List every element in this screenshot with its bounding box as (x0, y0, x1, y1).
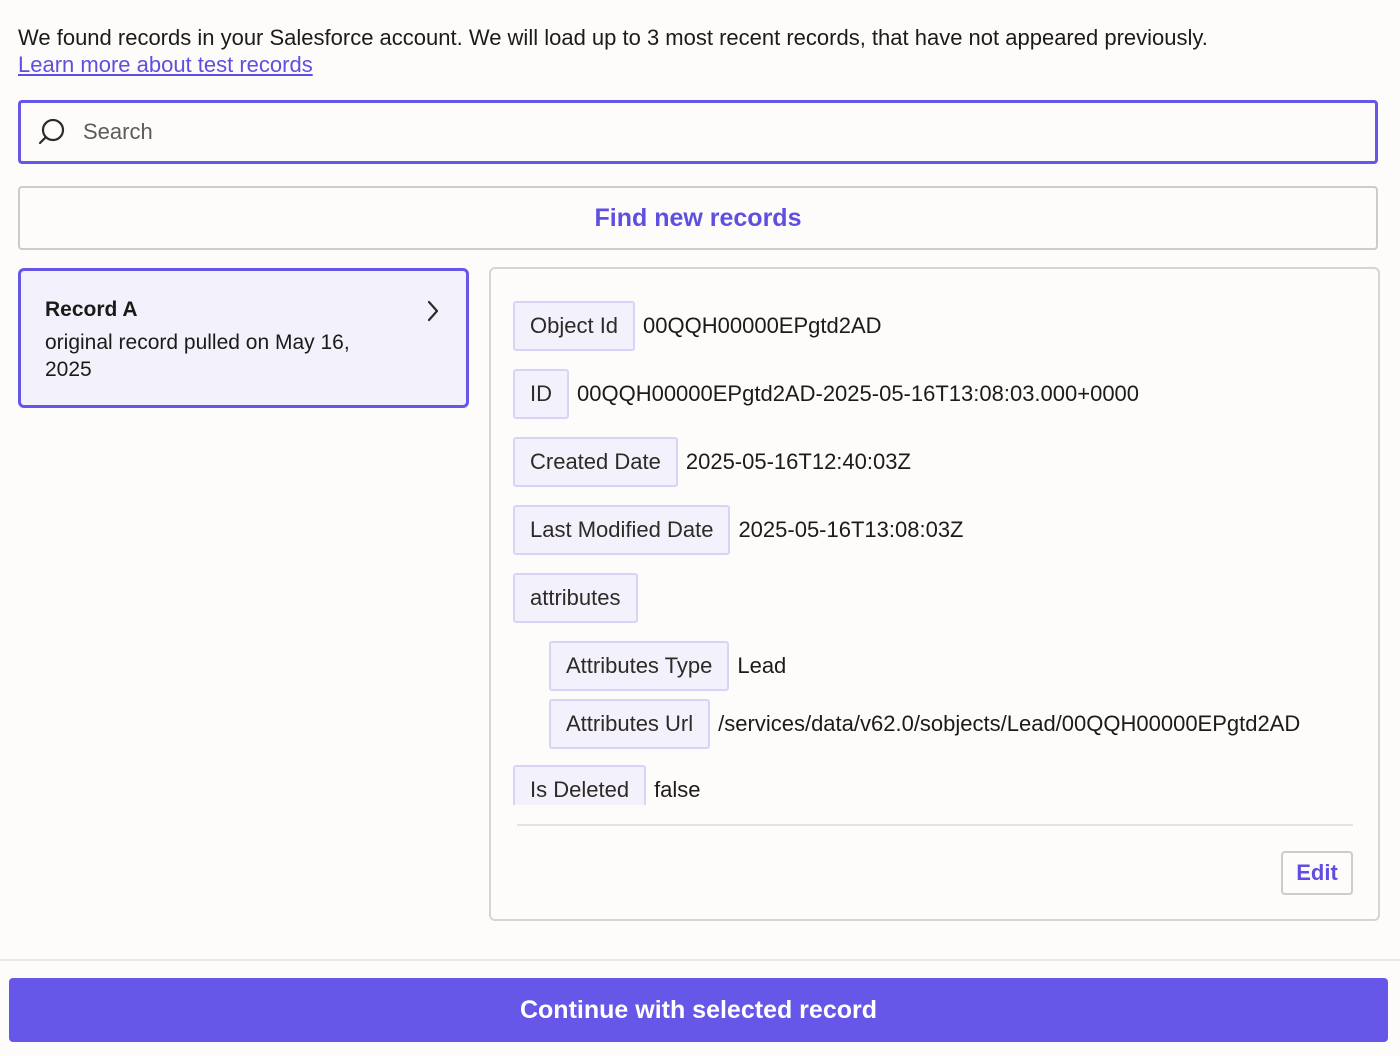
field-key: Attributes Type (549, 641, 730, 691)
search-icon (37, 117, 67, 147)
footer-divider (0, 959, 1400, 961)
field-value: /services/data/v62.0/sobjects/Lead/00QQH… (718, 711, 1301, 736)
field-value: Lead (737, 653, 787, 678)
field-value: 2025-05-16T12:40:03Z (685, 449, 911, 474)
continue-with-selected-record-button[interactable]: Continue with selected record (9, 978, 1388, 1042)
field-key: Attributes Url (549, 699, 711, 749)
field-key: Last Modified Date (513, 505, 731, 555)
field-row-attributes: attributes (513, 573, 1363, 623)
record-subtitle: original record pulled on May 16, 2025 (45, 331, 350, 381)
find-new-records-button[interactable]: Find new records (18, 186, 1378, 250)
record-title: Record A (45, 298, 138, 321)
chevron-right-icon (426, 299, 440, 328)
record-item-a[interactable]: Record A original record pulled on May 1… (18, 268, 469, 408)
learn-more-link[interactable]: Learn more about test records (18, 52, 313, 77)
record-details-panel: Object Id 00QQH00000EPgtd2AD ID 00QQH000… (489, 267, 1380, 921)
search-box[interactable] (18, 100, 1378, 164)
intro-message: We found records in your Salesforce acco… (18, 24, 1378, 78)
field-value: false (654, 777, 701, 802)
field-row-attributes-type: Attributes Type Lead (549, 641, 1363, 691)
field-key: attributes (513, 573, 638, 623)
field-key: ID (513, 369, 569, 419)
field-list: Object Id 00QQH00000EPgtd2AD ID 00QQH000… (513, 301, 1363, 805)
field-key: Object Id (513, 301, 636, 351)
field-row-id: ID 00QQH00000EPgtd2AD-2025-05-16T13:08:0… (513, 369, 1363, 419)
field-value: 00QQH00000EPgtd2AD-2025-05-16T13:08:03.0… (577, 381, 1140, 406)
edit-button[interactable]: Edit (1281, 851, 1353, 895)
field-value: 00QQH00000EPgtd2AD (643, 313, 882, 338)
field-row-attributes-url: Attributes Url /services/data/v62.0/sobj… (549, 699, 1363, 749)
divider (517, 824, 1353, 826)
search-input[interactable] (83, 119, 1283, 145)
field-row-is-deleted: Is Deleted false (513, 765, 1363, 805)
field-key: Created Date (513, 437, 678, 487)
field-row-created-date: Created Date 2025-05-16T12:40:03Z (513, 437, 1363, 487)
field-row-last-modified-date: Last Modified Date 2025-05-16T13:08:03Z (513, 505, 1363, 555)
field-row-object-id: Object Id 00QQH00000EPgtd2AD (513, 301, 1363, 351)
field-value: 2025-05-16T13:08:03Z (738, 517, 964, 542)
field-key: Is Deleted (513, 765, 647, 805)
intro-text: We found records in your Salesforce acco… (18, 25, 1208, 50)
